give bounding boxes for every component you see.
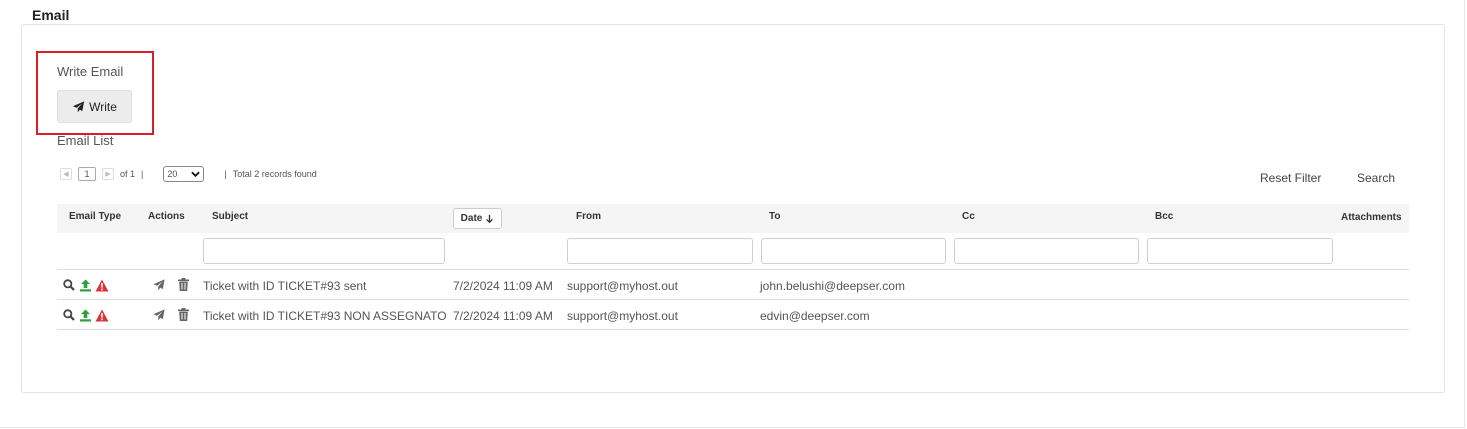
pager-separator: | (141, 169, 144, 179)
row-from: support@myhost.out (567, 309, 678, 323)
row-date: 7/2/2024 11:09 AM (453, 309, 553, 323)
col-from[interactable]: From (576, 204, 601, 233)
to-filter-input[interactable] (761, 238, 946, 264)
page-input[interactable]: 1 (78, 167, 96, 181)
upload-arrow-icon[interactable] (79, 279, 92, 292)
pager-separator: | (224, 169, 227, 179)
col-date-label: Date (460, 213, 483, 224)
col-email-type: Email Type (69, 211, 122, 222)
prev-page-button[interactable]: ◀ (60, 168, 72, 180)
warning-triangle-icon[interactable] (95, 279, 109, 292)
row-to: john.belushi@deepser.com (760, 279, 905, 293)
page-count: of 1 (120, 169, 136, 179)
table-header: Email Type Actions Subject From To Cc Bc… (57, 204, 1409, 233)
col-subject[interactable]: Subject (212, 204, 248, 233)
page-size-value: 20 (167, 169, 178, 179)
col-bcc[interactable]: Bcc (1155, 204, 1173, 233)
section-title: Email (32, 7, 70, 23)
total-records: Total 2 records found (232, 169, 317, 179)
arrow-down-icon (486, 214, 494, 223)
write-button-label: Write (89, 99, 117, 114)
trash-icon[interactable] (178, 278, 189, 291)
send-icon[interactable] (153, 279, 165, 291)
subject-filter-input[interactable] (203, 238, 445, 264)
send-icon[interactable] (153, 309, 165, 321)
row-subject: Ticket with ID TICKET#93 NON ASSEGNATO (203, 309, 447, 323)
write-email-label: Write Email (57, 64, 124, 79)
bcc-filter-input[interactable] (1147, 238, 1333, 264)
search-button[interactable]: Search (1357, 171, 1395, 185)
col-attachments: Attachments (1341, 212, 1402, 223)
col-date-sort-button[interactable]: Date (453, 208, 502, 229)
row-from: support@myhost.out (567, 279, 678, 293)
col-cc[interactable]: Cc (962, 204, 975, 233)
trash-icon[interactable] (178, 308, 189, 321)
email-list-label: Email List (57, 133, 114, 148)
row-date: 7/2/2024 11:09 AM (453, 279, 553, 293)
pager: ◀ 1 ▶ of 1 | 20 | Total 2 records found (60, 165, 317, 183)
row-divider (57, 269, 1409, 270)
paper-plane-icon (72, 100, 85, 112)
from-filter-input[interactable] (567, 238, 753, 264)
warning-triangle-icon[interactable] (95, 309, 109, 322)
magnifier-icon[interactable] (63, 279, 75, 291)
row-divider (57, 299, 1409, 300)
col-to[interactable]: To (769, 204, 780, 233)
upload-arrow-icon[interactable] (79, 309, 92, 322)
row-subject: Ticket with ID TICKET#93 sent (203, 279, 367, 293)
reset-filter-button[interactable]: Reset Filter (1260, 171, 1321, 185)
write-button[interactable]: Write (57, 90, 132, 123)
chevron-down-icon (191, 171, 201, 177)
next-page-button[interactable]: ▶ (102, 168, 114, 180)
page-size-select[interactable]: 20 (163, 166, 205, 182)
col-actions: Actions (148, 211, 185, 222)
cc-filter-input[interactable] (954, 238, 1139, 264)
magnifier-icon[interactable] (63, 309, 75, 321)
row-to: edvin@deepser.com (760, 309, 870, 323)
row-divider (57, 329, 1409, 330)
